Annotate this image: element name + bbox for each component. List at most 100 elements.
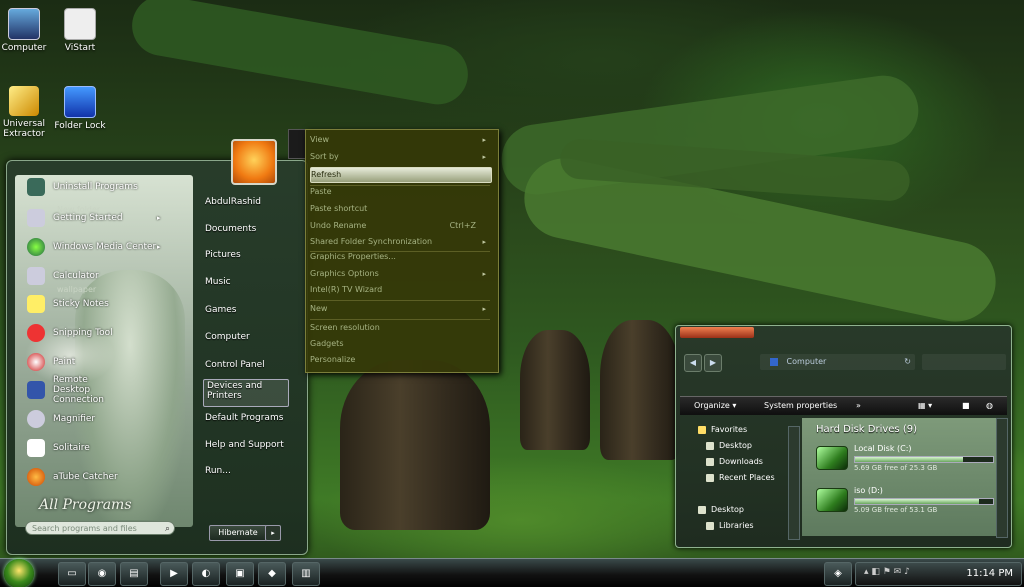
tray-icons[interactable]: ▴ ◧ ⚑ ✉ ♪ (864, 567, 910, 577)
wallpaper-trunk (520, 330, 590, 450)
ctx-graphics-properties[interactable]: Graphics Properties... (310, 250, 490, 264)
ctx-view[interactable]: View ▸ (310, 133, 490, 147)
desktop-icon-folder-lock[interactable]: Folder Lock (50, 86, 110, 131)
desktop-icon-vistart[interactable]: ViStart (50, 8, 110, 53)
refresh-icon[interactable]: ↻ (904, 354, 911, 370)
right-item-default-programs[interactable]: Default Programs (205, 413, 283, 423)
window-title-tab[interactable] (680, 327, 754, 338)
ctx-refresh[interactable]: Refresh (310, 167, 492, 183)
program-remote-desktop[interactable]: Remote Desktop Connection (27, 375, 123, 405)
program-magnifier[interactable]: Magnifier (27, 408, 95, 430)
right-item-devices-printers[interactable]: Devices and Printers (207, 381, 277, 401)
right-item-computer[interactable]: Computer (205, 332, 250, 342)
drive-c[interactable]: Local Disk (C:) 5.69 GB free of 25.3 GB (816, 442, 996, 478)
ctx-sort-by[interactable]: Sort by ▸ (310, 150, 490, 164)
taskbar-button-files[interactable]: ▥ (292, 562, 320, 586)
ctx-tv-wizard[interactable]: Intel(R) TV Wizard (310, 283, 490, 297)
drive-d[interactable]: iso (D:) 5.09 GB free of 53.1 GB (816, 484, 996, 520)
taskbar-button-media[interactable]: ▶ (160, 562, 188, 586)
nav-desktop[interactable]: Desktop (706, 439, 752, 453)
navigation-scrollbar[interactable] (788, 426, 800, 540)
submenu-arrow-icon: ▸ (157, 243, 161, 251)
nav-downloads[interactable]: Downloads (706, 455, 763, 469)
program-media-center[interactable]: Windows Media Center ▸ (27, 236, 161, 258)
system-properties-button[interactable]: System properties (764, 397, 837, 415)
desktop-icon-universal-extractor[interactable]: Universal Extractor (0, 86, 54, 139)
program-snipping-tool[interactable]: Snipping Tool (27, 322, 113, 344)
desktop-icon-label: Computer (1, 43, 47, 53)
ctx-undo-rename[interactable]: Undo Rename Ctrl+Z (310, 219, 490, 233)
right-item-documents[interactable]: Documents (205, 224, 256, 234)
back-button[interactable]: ◀ (684, 354, 702, 372)
command-bar: Organize ▾ System properties » ▦ ▾ ■ ◍ (680, 396, 1007, 415)
ctx-personalize[interactable]: Personalize (310, 353, 490, 367)
program-solitaire[interactable]: Solitaire (27, 437, 90, 459)
program-uninstall[interactable]: Uninstall Programs (27, 176, 138, 198)
taskbar-button-firefox[interactable]: ◉ (88, 562, 116, 586)
desktop-icon-label: Folder Lock (54, 121, 106, 131)
all-programs-button[interactable]: All Programs (39, 497, 132, 513)
program-label: Uninstall Programs (53, 182, 138, 192)
system-tray: ▴ ◧ ⚑ ✉ ♪ 11:14 PM (855, 562, 1022, 586)
program-getting-started[interactable]: Getting Started ▸ (27, 207, 161, 229)
program-atube-catcher[interactable]: aTube Catcher (27, 466, 118, 488)
explorer-search-input[interactable] (922, 354, 1006, 370)
desktop-icon (706, 441, 714, 450)
ctx-shared-folder-sync[interactable]: Shared Folder Synchronization ▸ (310, 235, 490, 249)
drive-usage-fill (855, 499, 980, 504)
nav-recent-places[interactable]: Recent Places (706, 471, 775, 485)
organize-button[interactable]: Organize ▾ (694, 397, 736, 415)
right-item-games[interactable]: Games (205, 305, 236, 315)
right-item-control-panel[interactable]: Control Panel (205, 360, 265, 370)
hibernate-button[interactable]: Hibernate (209, 525, 267, 541)
ctx-paste-shortcut[interactable]: Paste shortcut (310, 202, 490, 216)
right-item-pictures[interactable]: Pictures (205, 250, 241, 260)
program-label: aTube Catcher (53, 472, 118, 482)
nav-favorites[interactable]: Favorites (698, 423, 747, 437)
start-search-input[interactable]: Search programs and files ⌕ (25, 521, 175, 535)
address-text: Computer (786, 357, 827, 366)
ctx-screen-resolution[interactable]: Screen resolution (310, 321, 490, 335)
ctx-paste[interactable]: Paste (310, 185, 490, 199)
desktop-icon-label: Universal Extractor (2, 119, 46, 139)
program-paint[interactable]: Paint (27, 351, 75, 373)
address-bar[interactable]: Computer ↻ (760, 354, 915, 370)
start-button[interactable] (4, 559, 34, 587)
forward-button[interactable]: ▶ (704, 354, 722, 372)
taskbar-button-explorer[interactable]: ▤ (120, 562, 148, 586)
window-edge (288, 129, 306, 159)
taskbar-button-tray-app[interactable]: ◈ (824, 562, 852, 586)
ctx-graphics-options[interactable]: Graphics Options ▸ (310, 267, 490, 281)
content-scrollbar[interactable] (996, 418, 1008, 538)
clock[interactable]: 11:14 PM (966, 565, 1013, 583)
taskbar-button-atube[interactable]: ◆ (258, 562, 286, 586)
nav-desktop-root[interactable]: Desktop (698, 503, 744, 517)
nav-libraries[interactable]: Libraries (706, 519, 754, 533)
power-options-arrow-button[interactable]: ▸ (265, 525, 281, 541)
taskbar-button-app[interactable]: ▣ (226, 562, 254, 586)
desktop-icon-computer[interactable]: Computer (0, 8, 54, 53)
program-label: Solitaire (53, 443, 90, 453)
submenu-arrow-icon: ▸ (482, 153, 486, 161)
drive-usage-bar (854, 456, 994, 463)
content-pane: Hard Disk Drives (9) Local Disk (C:) 5.6… (802, 418, 996, 536)
user-avatar[interactable] (231, 139, 277, 185)
more-commands-button[interactable]: » (856, 397, 861, 415)
right-item-run[interactable]: Run... (205, 466, 231, 476)
ctx-new[interactable]: New ▸ (310, 302, 490, 316)
taskbar-button-desktop[interactable]: ▭ (58, 562, 86, 586)
right-item-user[interactable]: AbdulRashid (205, 197, 261, 207)
submenu-arrow-icon: ▸ (482, 238, 486, 246)
right-item-help-support[interactable]: Help and Support (205, 440, 284, 450)
taskbar-button-chrome[interactable]: ◐ (192, 562, 220, 586)
group-header-hard-disk-drives[interactable]: Hard Disk Drives (9) (816, 424, 917, 435)
ctx-gadgets[interactable]: Gadgets (310, 337, 490, 351)
program-sticky-notes[interactable]: Sticky Notes (27, 293, 109, 315)
view-options-icon[interactable]: ▦ ▾ (918, 397, 932, 415)
right-item-music[interactable]: Music (205, 277, 231, 287)
program-calculator[interactable]: Calculator (27, 265, 99, 287)
ctx-label: Paste (310, 187, 332, 196)
preview-pane-icon[interactable]: ■ (962, 397, 970, 415)
help-icon[interactable]: ◍ (986, 397, 993, 415)
snipping-tool-icon (27, 324, 45, 342)
